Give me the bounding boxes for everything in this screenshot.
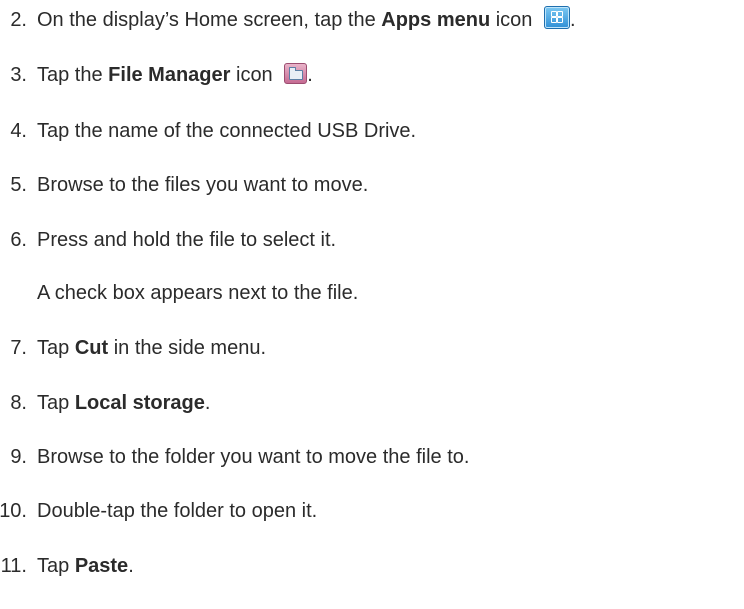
step-number: 5. xyxy=(10,174,27,196)
step-text: Tap the File Manager icon . xyxy=(37,63,313,86)
step-text: On the display’s Home screen, tap the Ap… xyxy=(37,5,576,35)
step-number: 3. xyxy=(10,64,27,86)
step-3: 3. Tap the File Manager icon . xyxy=(0,60,744,90)
step-text: Tap Paste. xyxy=(37,555,134,577)
step-number: 8. xyxy=(10,392,27,414)
local-storage-label: Local storage xyxy=(74,392,205,414)
step-6: 6. Press and hold the file to select it. xyxy=(0,225,744,255)
step-text: Tap Local storage. xyxy=(37,392,211,414)
step-number: 10. xyxy=(0,500,27,522)
step-number: 4. xyxy=(10,120,27,142)
step-number: 2. xyxy=(10,9,27,31)
step-text: Press and hold the file to select it. xyxy=(37,229,337,251)
step-11: 11. Tap Paste. xyxy=(0,551,744,581)
step-number: 6. xyxy=(10,229,27,251)
step-8: 8. Tap Local storage. xyxy=(0,388,744,418)
step-10: 10. Double-tap the folder to open it. xyxy=(0,496,744,526)
apps-menu-icon xyxy=(543,6,570,29)
step-text: Tap Cut in the side menu. xyxy=(37,337,267,359)
paste-label: Paste xyxy=(74,555,129,577)
step-text: Double-tap the folder to open it. xyxy=(37,500,318,522)
file-manager-icon xyxy=(284,63,308,84)
step-6-note: A check box appears next to the file. xyxy=(37,282,359,304)
step-text: Tap the name of the connected USB Drive. xyxy=(37,120,417,142)
file-manager-label: File Manager xyxy=(108,64,231,86)
step-number: 7. xyxy=(10,337,27,359)
step-7: 7. Tap Cut in the side menu. xyxy=(0,333,744,363)
cut-label: Cut xyxy=(74,337,109,359)
step-9: 9. Browse to the folder you want to move… xyxy=(0,442,744,472)
step-text: Browse to the files you want to move. xyxy=(37,174,369,196)
step-text: Browse to the folder you want to move th… xyxy=(37,446,470,468)
step-number: 11. xyxy=(0,555,27,577)
step-2: 2. On the display’s Home screen, tap the… xyxy=(0,5,744,35)
apps-menu-label: Apps menu xyxy=(381,9,491,31)
step-number: 9. xyxy=(10,446,27,468)
step-4: 4. Tap the name of the connected USB Dri… xyxy=(0,116,744,146)
step-5: 5. Browse to the files you want to move. xyxy=(0,170,744,200)
